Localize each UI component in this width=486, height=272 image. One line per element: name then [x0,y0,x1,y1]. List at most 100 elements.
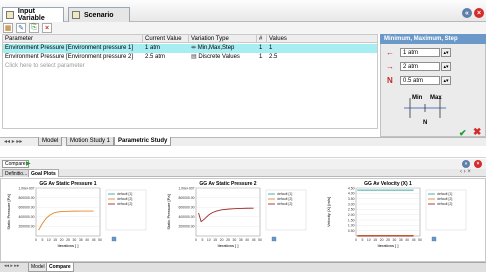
x-tick-label: 35 [79,238,83,242]
y-tick-label: 3.00 [348,202,355,206]
bottom-collapse-icon[interactable]: « [462,160,470,168]
chart-title: GG Av Static Pressure 2 [199,181,256,187]
x-tick-label: 15 [213,238,217,242]
step-value-input[interactable]: 0.5 atm [400,76,440,85]
y-axis-label: Velocity (X) [m/s] [326,197,331,227]
cell-values[interactable]: 2.5 [267,53,377,62]
plot-frame [35,187,101,237]
diagram-max-label: Max [430,95,442,101]
legend-label: default [1] [117,192,132,196]
tab-input-variable[interactable]: Input Variable [2,7,64,22]
cell-parameter: Environment Pressure [Environment pressu… [5,45,134,51]
x-tick-label: 30 [73,238,77,242]
y-tick-label: 2.00 [348,213,355,217]
add-parameter-icon[interactable]: ▦ [3,23,13,33]
cell-current-value[interactable]: 2.5 atm [143,53,189,62]
y-tick-label: 1.50 [348,218,355,222]
cell-values[interactable]: 1 [267,44,377,53]
tab-definition[interactable]: Definitio... [2,169,31,177]
tab-motion-study[interactable]: Motion Study 1 [66,137,115,146]
x-tick-label: 40 [245,238,249,242]
cell-current-value[interactable]: 1 atm [143,44,189,53]
x-tick-label: 45 [252,238,256,242]
col-header-count[interactable]: # [257,35,267,43]
tab-bottom-compare[interactable]: Compare [46,263,74,272]
col-header-values[interactable]: Values [267,35,377,43]
status-nav-arrows-icon[interactable]: ◂◂ ▸ ▸▸ [4,263,19,269]
y-tick-label: 0.50 [348,229,355,233]
x-axis-label: Iterations [ ] [58,243,79,248]
min-arrow-icon: ← [386,48,394,57]
x-tick-label: 30 [393,238,397,242]
legend-label: default [1] [277,192,292,196]
legend-label: default [2] [277,197,292,201]
delete-icon[interactable]: × [42,23,52,33]
col-header-current-value[interactable]: Current Value [143,35,189,43]
add-parameter-row[interactable]: Click here to select parameter [3,62,377,71]
bottom-close-icon[interactable]: × [474,160,482,168]
x-tick-label: 5 [361,238,363,242]
x-tick-label: 0 [355,238,357,242]
run-icon[interactable]: ▶ [26,160,31,167]
min-value-spinner-icon[interactable]: ▴▾ [441,48,451,57]
export-plot-icon [431,236,437,242]
edit-icon[interactable]: ✎ [16,23,26,33]
cell-variation-type[interactable]: ▤ Discrete Values [189,53,257,62]
y-tick-label: 600000.00 [178,206,194,210]
cell-variation-type[interactable]: ⇹ Min,Max,Step [189,44,257,53]
parameter-grid: Parameter Current Value Variation Type #… [2,34,378,129]
plot-nav-arrows-icon[interactable]: ‹ › × [460,169,471,175]
y-axis-label: Static Pressure [Pa] [166,194,171,229]
x-tick-label: 20 [60,238,64,242]
max-value-input[interactable]: 2 atm [400,62,440,71]
table-row[interactable]: Environment Pressure [Environment pressu… [3,53,377,62]
y-tick-label: 200000.00 [18,225,34,229]
x-tick-label: 20 [380,238,384,242]
legend-label: default [2] [277,202,292,206]
compare-button[interactable]: Compare [2,160,29,168]
table-icon [6,11,14,19]
plot-frame [355,187,421,237]
variation-panel-title: Minimum, Maximum, Step [380,34,486,44]
x-tick-label: 45 [412,238,416,242]
min-value-input[interactable]: 1 atm [400,48,440,57]
tab-model[interactable]: Model [38,137,63,146]
min-max-step-icon: ⇹ [191,45,198,51]
tab-bottom-model[interactable]: Model [28,263,48,272]
diagram-min-label: Min [412,95,423,101]
copy-icon[interactable]: ⎘ [29,23,39,33]
cell-variation-type-text: Min,Max,Step [197,45,235,51]
y-tick-label: 400000.00 [18,215,34,219]
tab-scenario[interactable]: Scenario [68,7,130,22]
add-parameter-hint[interactable]: Click here to select parameter [3,62,203,71]
x-tick-label: 40 [405,238,409,242]
y-tick-label: 1.00e+007 [18,186,34,190]
x-tick-label: 15 [373,238,377,242]
x-tick-label: 10 [207,238,211,242]
tab-nav-arrows-icon[interactable]: ◂◂ ▸ ▸▸ [4,138,22,145]
scenario-icon [72,11,80,19]
cell-variation-type-text: Discrete Values [198,54,240,60]
col-header-parameter[interactable]: Parameter [3,35,143,43]
export-plot-icon [271,236,277,242]
x-tick-label: 50 [418,238,422,242]
y-tick-label: 1.00 [348,224,355,228]
x-tick-label: 25 [66,238,70,242]
y-tick-label: 1.00e+007 [178,186,194,190]
collapse-icon[interactable]: « [462,8,472,18]
tab-input-variable-label: Input Variable [17,8,45,22]
tab-goal-plots[interactable]: Goal Plots [28,169,59,177]
col-header-variation-type[interactable]: Variation Type [189,35,257,43]
cell-count: 1 [259,54,263,60]
y-tick-label: 2.50 [348,208,355,212]
cell-parameter: Environment Pressure [Environment pressu… [5,54,134,60]
max-value-spinner-icon[interactable]: ▴▾ [441,62,451,71]
step-value-spinner-icon[interactable]: ▴▾ [441,76,451,85]
goal-plots-svg: GG Av Static Pressure 1 200000.00 400000.0… [6,181,467,248]
close-icon[interactable]: × [474,8,484,18]
compare-button-label: Compare [5,161,26,167]
x-axis-label: Iterations [ ] [218,243,239,248]
tab-parametric-study[interactable]: Parametric Study [114,137,172,146]
table-row[interactable]: Environment Pressure [Environment pressu… [3,44,377,53]
y-tick-label: 4.00 [348,192,355,196]
